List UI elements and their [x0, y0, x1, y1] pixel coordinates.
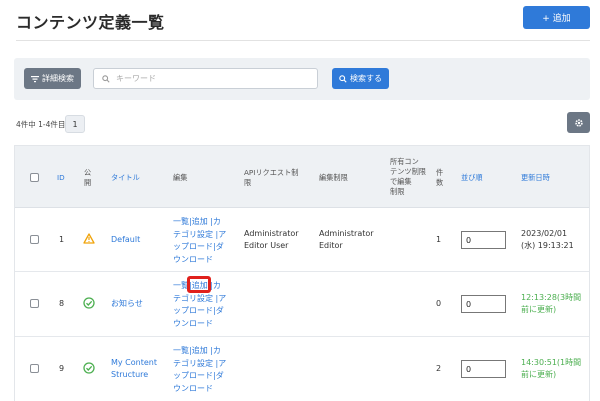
row-edit-links[interactable]: 一覧|追加 |カ テゴリ設定 |ア ップロード|ダ ウンロード [173, 345, 233, 395]
header-api-limit: APIリクエスト制 限 [244, 168, 299, 187]
search-button-label: 検索する [350, 74, 382, 83]
keyword-search-input[interactable]: キーワード [93, 68, 318, 89]
header-divider [16, 40, 590, 41]
row-order-input[interactable]: 0 [461, 360, 506, 378]
row-edit-limit: Administrator Editor [319, 229, 374, 250]
row-id: 9 [59, 364, 65, 373]
row-updated: 2023/02/01 (水) 19:13:21 [521, 229, 574, 250]
header-published: 公 開 [84, 168, 92, 187]
row-order-input[interactable]: 0 [461, 295, 506, 313]
row-edit-links[interactable]: 一覧|追加 |カ テゴリ設定 |ア ップロード|ダ ウンロード [173, 216, 233, 266]
row-title-link[interactable]: お知らせ [111, 298, 143, 310]
row-count: 2 [436, 364, 442, 373]
row-checkbox[interactable] [30, 235, 39, 244]
gear-icon [574, 118, 583, 127]
warning-icon [83, 233, 95, 244]
header-order[interactable]: 並び順 [461, 173, 483, 183]
highlight-box [187, 276, 211, 293]
row-title-link[interactable]: Default [111, 234, 140, 246]
page-title: コンテンツ定義一覧 [16, 13, 165, 32]
filter-list-icon [31, 75, 39, 82]
row-id: 1 [59, 235, 65, 244]
search-icon [339, 74, 347, 83]
table-row: 8 お知らせ 一覧|追加 |カ テゴリ設定 |ア ップロード|ダ ウンロード 0… [15, 272, 589, 337]
row-count: 0 [436, 299, 442, 308]
header-updated[interactable]: 更新日時 [521, 173, 550, 183]
advanced-search-button[interactable]: 詳細検索 [24, 68, 81, 89]
header-id[interactable]: ID [57, 173, 65, 183]
settings-button[interactable] [567, 112, 590, 133]
search-icon [102, 74, 110, 83]
header-title[interactable]: タイトル [111, 173, 140, 183]
check-circle-icon [83, 297, 95, 309]
table-header: ID 公 開 タイトル 編集 APIリクエスト制 限 編集制限 所有コン テンツ… [15, 146, 589, 208]
check-circle-icon [83, 362, 95, 374]
keyword-placeholder: キーワード [116, 74, 156, 83]
page-number-button[interactable]: 1 [65, 115, 85, 133]
search-panel: 詳細検索 キーワード 検索する [14, 58, 590, 100]
content-definition-table: ID 公 開 タイトル 編集 APIリクエスト制 限 編集制限 所有コン テンツ… [14, 145, 590, 401]
header-owner-limit: 所有コン テンツ制限 で編集 制限 [390, 157, 426, 196]
row-id: 8 [59, 299, 65, 308]
select-all-checkbox[interactable] [30, 173, 39, 182]
table-row: 1 Default 一覧|追加 |カ テゴリ設定 |ア ップロード|ダ ウンロー… [15, 208, 589, 272]
row-title-link[interactable]: My Content Structure [111, 357, 157, 380]
row-api-limit: Administrator Editor User [244, 229, 299, 250]
header-edit-limit: 編集制限 [319, 173, 348, 182]
row-order-input[interactable]: 0 [461, 231, 506, 249]
table-row: 9 My Content Structure 一覧|追加 |カ テゴリ設定 |ア… [15, 337, 589, 401]
row-checkbox[interactable] [30, 364, 39, 373]
search-button[interactable]: 検索する [332, 68, 389, 89]
add-button[interactable]: + 追加 [523, 6, 590, 29]
row-updated: 12:13:28(3時間 前に更新) [521, 293, 582, 314]
result-count: 4件中 1-4件目 [16, 120, 66, 129]
advanced-search-label: 詳細検索 [42, 74, 74, 83]
row-updated: 14:30:51(1時間 前に更新) [521, 358, 582, 379]
row-checkbox[interactable] [30, 299, 39, 308]
header-count: 件 数 [436, 168, 444, 187]
row-count: 1 [436, 235, 442, 244]
header-edit: 編集 [173, 173, 188, 182]
